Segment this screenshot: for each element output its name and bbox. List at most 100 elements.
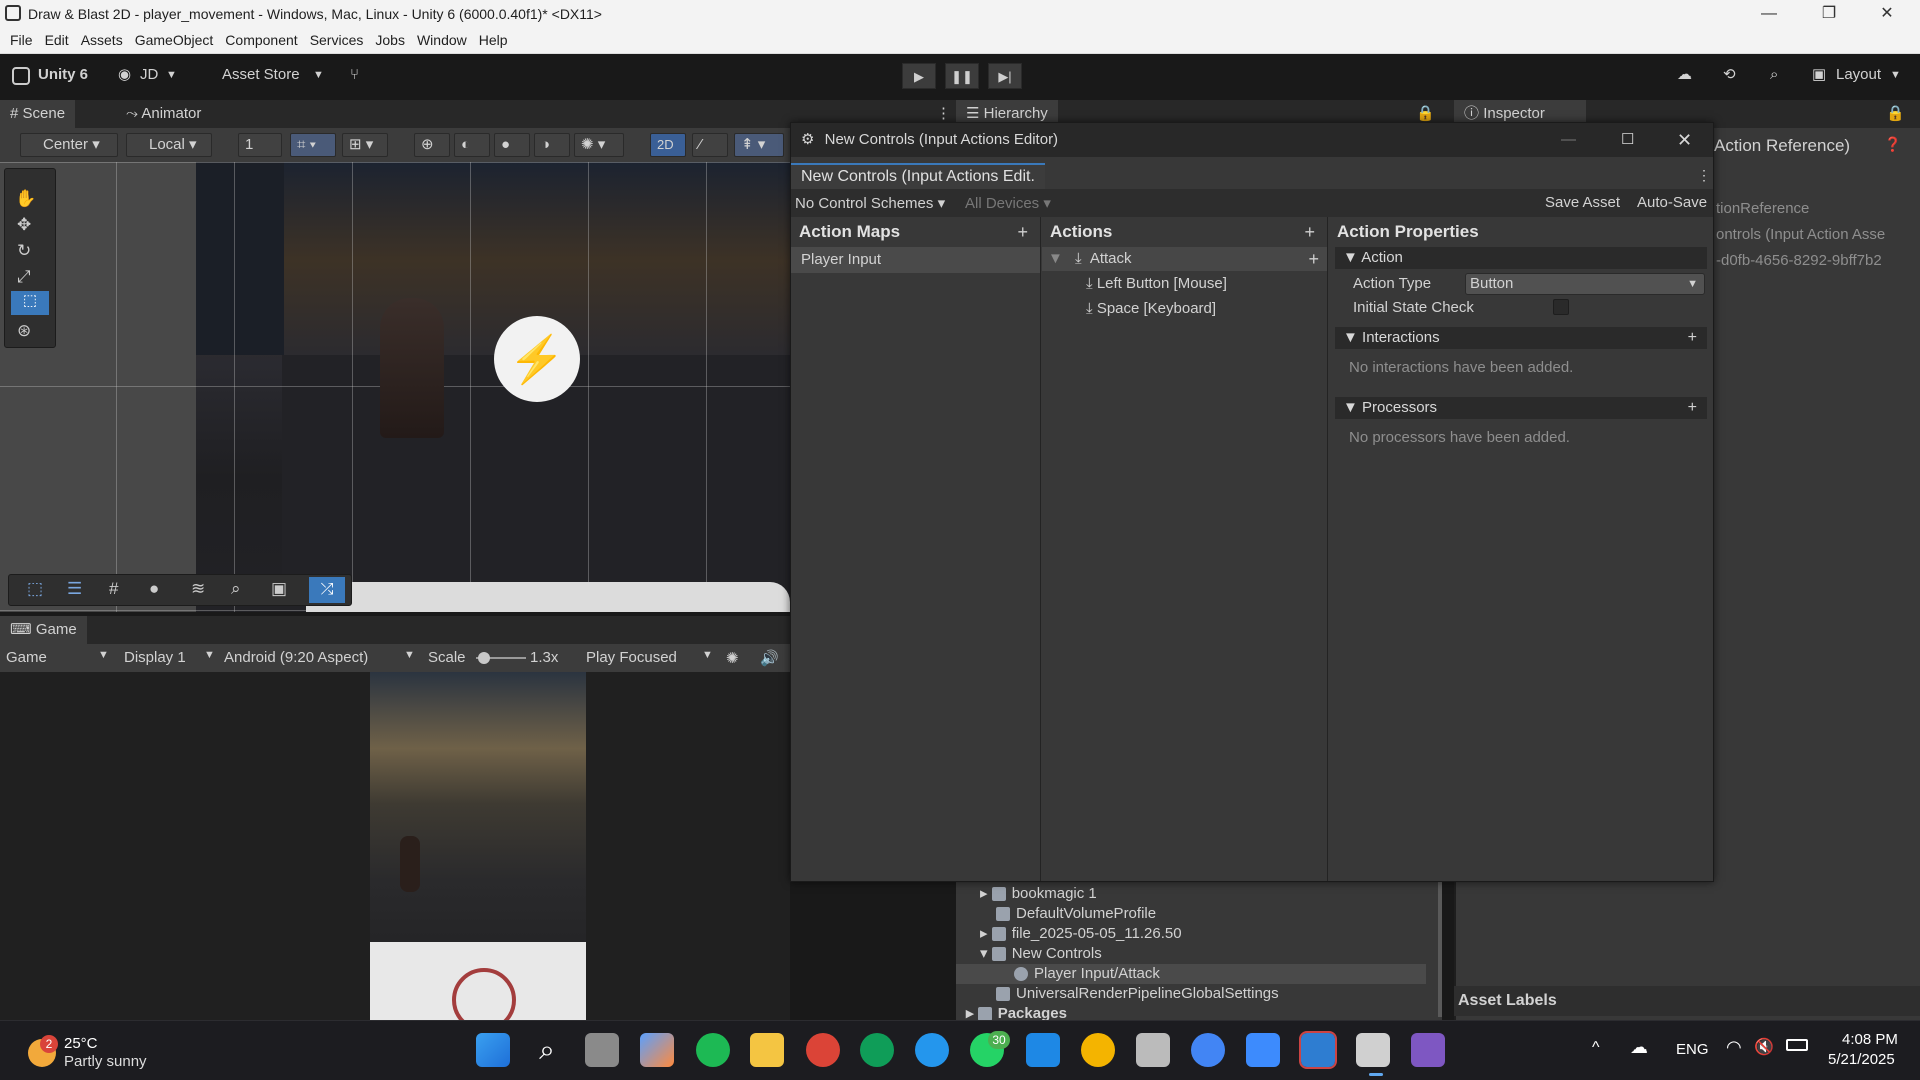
rect-snap-icon[interactable]: ⬚ (27, 579, 43, 599)
play-button[interactable]: ▶ (902, 63, 936, 89)
audio-toggle-button[interactable]: ⁄ (692, 133, 728, 157)
scene-view[interactable]: ⚡ ✋ ✥ ↻ ⤢ ⬚ ⊛ ⬚ ☰ # ● ≋ ⌕ ▣ ⤮ (0, 162, 790, 612)
clock-date[interactable]: 5/21/2025 (1828, 1051, 1895, 1068)
clock-time[interactable]: 4:08 PM (1842, 1031, 1898, 1048)
inspector-row-asset[interactable]: ontrols (Input Action Asse (1716, 226, 1885, 243)
add-action-map-button[interactable]: + (1017, 217, 1028, 247)
vscode-icon[interactable] (1026, 1033, 1060, 1067)
event-system-gizmo[interactable]: ⚡ (494, 316, 580, 402)
devices-dropdown[interactable]: All Devices ▾ (965, 194, 1051, 212)
minimize-button[interactable]: — (1746, 0, 1792, 27)
menu-services[interactable]: Services (310, 32, 364, 48)
bug-icon[interactable]: ✺ (726, 649, 739, 667)
grid-snap-button[interactable]: ⌗ ▾ (290, 133, 336, 157)
file-explorer-icon[interactable] (750, 1033, 784, 1067)
copilot-icon[interactable] (640, 1033, 674, 1067)
aspect-dropdown[interactable]: Android (9:20 Aspect) (224, 649, 368, 666)
menu-gameobject[interactable]: GameObject (135, 32, 214, 48)
chrome-alt-icon[interactable] (1081, 1033, 1115, 1067)
align-icon[interactable]: ☰ (67, 579, 82, 599)
control-schemes-dropdown[interactable]: No Control Schemes ▾ (795, 194, 945, 212)
tab-game[interactable]: ⌨ Game (0, 616, 87, 644)
space-dropdown[interactable]: Local ▾ (126, 133, 212, 157)
list-item[interactable]: DefaultVolumeProfile (996, 904, 1156, 924)
layers-icon[interactable]: ≋ (191, 579, 205, 599)
history-icon[interactable]: ⟲ (1723, 62, 1736, 88)
editor-tab[interactable]: New Controls (Input Actions Edit. (791, 163, 1045, 189)
menu-file[interactable]: File (10, 32, 33, 48)
grid-icon[interactable]: # (109, 579, 118, 599)
pivot-dropdown[interactable]: Center ▾ (20, 133, 118, 157)
grid-size-input[interactable]: 1 (238, 133, 282, 157)
rect-tool-icon[interactable]: ⬚ (11, 291, 49, 315)
close-button[interactable]: ✕ (1677, 123, 1692, 157)
step-button[interactable]: ▶| (988, 63, 1022, 89)
chrome-profile-icon[interactable] (860, 1033, 894, 1067)
add-processor-button[interactable]: + (1688, 397, 1697, 419)
tab-scene[interactable]: # Scene (0, 100, 76, 128)
visual-studio-icon[interactable] (1411, 1033, 1445, 1067)
grid-visibility-button[interactable]: ⊞ ▾ (342, 133, 388, 157)
language-indicator[interactable]: ENG (1676, 1041, 1709, 1058)
menu-jobs[interactable]: Jobs (375, 32, 405, 48)
spotify-icon[interactable] (696, 1033, 730, 1067)
add-action-button[interactable]: + (1304, 217, 1315, 247)
camera-icon[interactable]: ▣ (271, 579, 287, 599)
move-tool-icon[interactable]: ✥ (17, 215, 31, 235)
add-binding-button[interactable]: + (1308, 247, 1319, 271)
menu-help[interactable]: Help (479, 32, 508, 48)
maximize-button[interactable]: ☐ (1621, 123, 1634, 157)
asset-store-button[interactable]: Asset Store (222, 62, 300, 88)
notepad-icon[interactable] (1246, 1033, 1280, 1067)
gizmos-button[interactable]: ⇞ ▾ (734, 133, 784, 157)
task-view-icon[interactable] (585, 1033, 619, 1067)
list-item[interactable]: UniversalRenderPipelineGlobalSettings (996, 984, 1279, 1004)
expand-arrow-icon[interactable]: ▼ (1048, 250, 1063, 267)
mode-2d-button[interactable]: 2D (650, 133, 686, 157)
restore-button[interactable]: ❐ (1806, 0, 1852, 27)
binding-row[interactable]: ⤓ Left Button [Mouse] (1042, 271, 1327, 296)
shuffle-icon[interactable]: ⤮ (309, 577, 345, 603)
account-dropdown[interactable]: JD (140, 62, 158, 88)
battery-icon[interactable] (1786, 1039, 1808, 1051)
lighting-button[interactable]: ◑ (534, 133, 570, 157)
unity-hub-icon[interactable] (1136, 1033, 1170, 1067)
tab-animator[interactable]: ⤳ Animator (116, 100, 211, 128)
unity-editor-icon[interactable] (1356, 1033, 1390, 1067)
interactions-section-header[interactable]: ▼ Interactions + (1335, 327, 1707, 349)
zoom-icon[interactable]: ⌕ (231, 579, 241, 599)
weather-widget[interactable]: 2 25°C Partly sunny (22, 1029, 162, 1073)
action-row[interactable]: ▼ ⤓ Attack + (1042, 247, 1327, 271)
chrome-dev-icon[interactable] (1191, 1033, 1225, 1067)
auto-save-toggle[interactable]: Auto-Save (1637, 194, 1707, 211)
transform-tool-icon[interactable]: ⊛ (17, 321, 31, 341)
game-view[interactable] (0, 672, 790, 1032)
display-dropdown[interactable]: Display 1 (124, 649, 186, 666)
circle-icon[interactable]: ● (149, 579, 159, 599)
close-window-button[interactable]: ✕ (1864, 0, 1910, 27)
game-view-dropdown[interactable]: Game (6, 649, 47, 666)
layout-dropdown[interactable]: Layout (1836, 62, 1881, 88)
tray-chevron-icon[interactable]: ^ (1592, 1039, 1600, 1057)
scale-tool-icon[interactable]: ⤢ (17, 267, 31, 287)
action-type-dropdown[interactable]: Button ▼ (1465, 273, 1705, 295)
save-asset-button[interactable]: Save Asset (1545, 194, 1620, 211)
initial-state-checkbox[interactable] (1553, 299, 1569, 315)
menu-component[interactable]: Component (225, 32, 297, 48)
list-item-selected[interactable]: Player Input/Attack (956, 964, 1426, 984)
play-mode-dropdown[interactable]: Play Focused (586, 649, 677, 666)
inspector-row-guid[interactable]: -d0fb-4656-8292-9bff7b2 (1716, 252, 1882, 269)
audio-icon[interactable]: 🔊 (760, 649, 779, 667)
project-scrollbar[interactable] (1438, 882, 1442, 1017)
version-control-icon[interactable]: ⑂ (350, 62, 359, 88)
search-icon[interactable]: ⌕ (1770, 62, 1778, 88)
rotate-tool-icon[interactable]: ↻ (17, 241, 31, 261)
menu-window[interactable]: Window (417, 32, 467, 48)
help-icon[interactable]: ❓ (1884, 136, 1901, 153)
onedrive-icon[interactable]: ☁ (1630, 1037, 1648, 1058)
menu-edit[interactable]: Edit (45, 32, 69, 48)
scale-slider-handle[interactable] (478, 652, 490, 664)
list-item[interactable]: ▸ bookmagic 1 (980, 884, 1097, 904)
action-map-item[interactable]: Player Input (791, 247, 1040, 273)
hand-tool-icon[interactable]: ✋ (15, 189, 36, 209)
